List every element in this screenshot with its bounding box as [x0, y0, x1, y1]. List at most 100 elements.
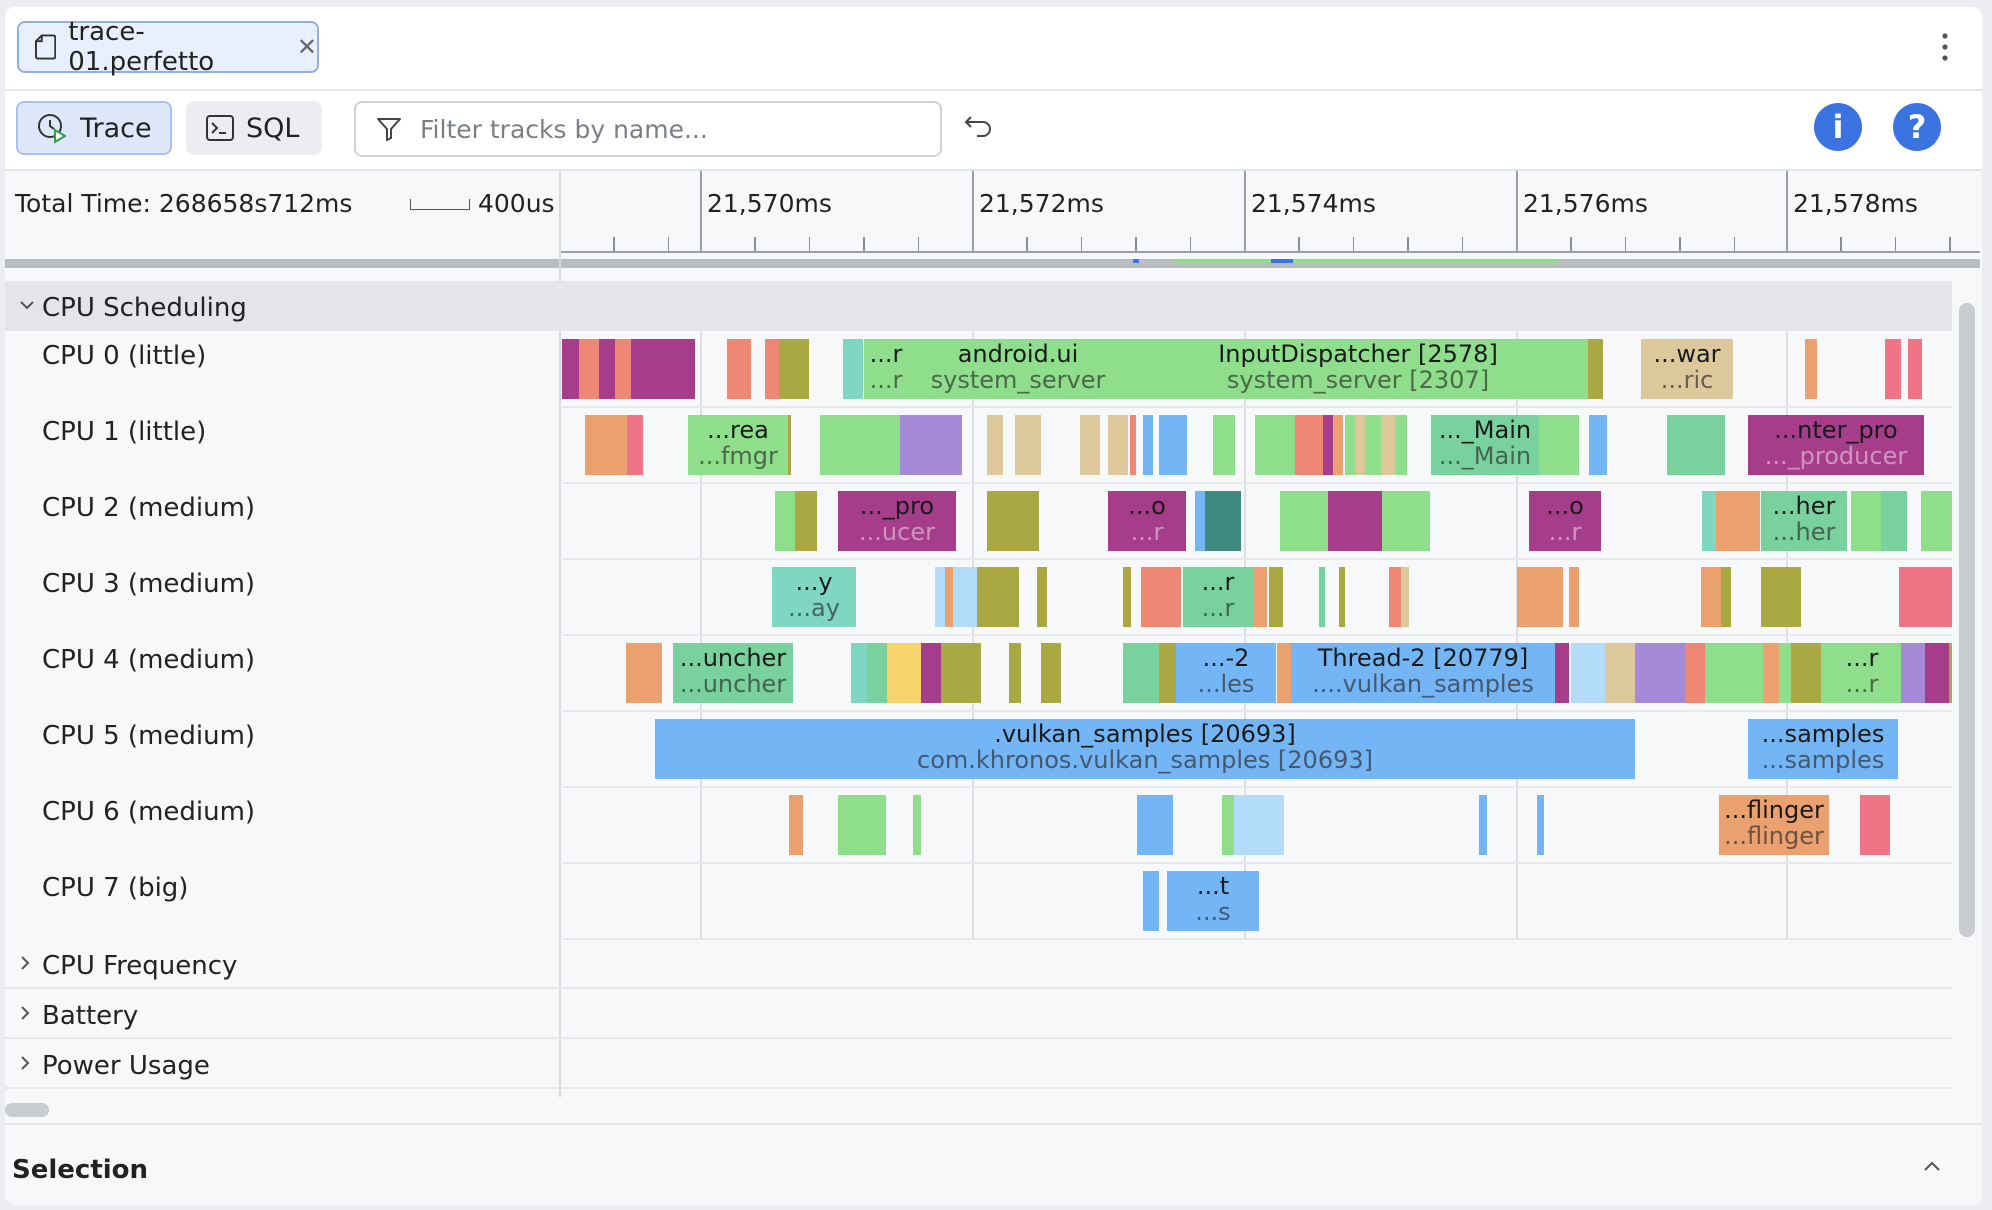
- thread-slice[interactable]: .vulkan_samples [20693] com.khronos.vulka…: [655, 719, 1635, 779]
- more-options-icon[interactable]: [1940, 31, 1950, 63]
- thread-slice[interactable]: [1635, 643, 1685, 703]
- sql-button[interactable]: SQL: [186, 101, 322, 155]
- thread-slice[interactable]: [987, 415, 1003, 475]
- filter-box[interactable]: [354, 101, 942, 157]
- thread-slice[interactable]: [1721, 567, 1731, 627]
- thread-slice[interactable]: ...o ...r: [1529, 491, 1601, 551]
- thread-slice[interactable]: [1589, 415, 1607, 475]
- thread-slice[interactable]: [1881, 491, 1907, 551]
- thread-slice[interactable]: [1761, 567, 1801, 627]
- thread-slice[interactable]: [1763, 643, 1779, 703]
- thread-slice[interactable]: [1949, 643, 1952, 703]
- thread-slice[interactable]: [1479, 795, 1487, 855]
- thread-slice[interactable]: [1605, 643, 1635, 703]
- thread-slice[interactable]: [789, 795, 803, 855]
- collapsed-group-row[interactable]: CPU Frequency: [5, 939, 1952, 989]
- thread-slice[interactable]: [631, 339, 695, 399]
- thread-slice[interactable]: [1702, 491, 1716, 551]
- thread-slice[interactable]: [1141, 567, 1181, 627]
- thread-slice[interactable]: [1389, 567, 1401, 627]
- thread-slice[interactable]: [1395, 415, 1407, 475]
- thread-slice[interactable]: [820, 415, 900, 475]
- thread-slice[interactable]: ...o ...r: [1108, 491, 1186, 551]
- cpu-track-label[interactable]: CPU 1 (little): [42, 417, 206, 447]
- thread-slice[interactable]: ...r ...r: [1823, 643, 1901, 703]
- thread-slice[interactable]: [1143, 871, 1159, 931]
- thread-slice[interactable]: [1009, 643, 1021, 703]
- thread-slice[interactable]: [1195, 491, 1205, 551]
- thread-slice[interactable]: [1925, 643, 1949, 703]
- thread-slice[interactable]: [900, 415, 962, 475]
- thread-slice[interactable]: [977, 567, 1019, 627]
- thread-slice[interactable]: [1901, 643, 1925, 703]
- thread-slice[interactable]: [1255, 415, 1295, 475]
- thread-slice[interactable]: [627, 415, 643, 475]
- thread-slice[interactable]: [1517, 567, 1563, 627]
- thread-slice[interactable]: [1381, 415, 1395, 475]
- thread-slice[interactable]: [1667, 415, 1725, 475]
- thread-slice[interactable]: [1791, 643, 1821, 703]
- thread-slice[interactable]: [562, 339, 579, 399]
- close-icon[interactable]: ✕: [297, 33, 317, 61]
- thread-slice[interactable]: [1685, 643, 1705, 703]
- thread-slice[interactable]: ..._pro ...ucer: [838, 491, 956, 551]
- thread-slice[interactable]: [1234, 795, 1284, 855]
- thread-slice[interactable]: [953, 567, 977, 627]
- thread-slice[interactable]: ...nter_pro ..._producer: [1748, 415, 1924, 475]
- thread-slice[interactable]: [1885, 339, 1901, 399]
- thread-slice[interactable]: ...rea ...fmgr: [688, 415, 788, 475]
- thread-slice[interactable]: [1333, 415, 1343, 475]
- thread-slice[interactable]: [838, 795, 886, 855]
- thread-slice[interactable]: ..._Main ..._Main: [1431, 415, 1539, 475]
- filter-tracks-input[interactable]: [418, 113, 902, 145]
- thread-slice[interactable]: [1222, 795, 1234, 855]
- file-tab[interactable]: trace-01.perfetto ✕: [17, 17, 319, 77]
- cpu-track-label[interactable]: CPU 3 (medium): [42, 569, 255, 599]
- thread-slice[interactable]: [1355, 415, 1365, 475]
- thread-slice[interactable]: [1280, 491, 1328, 551]
- thread-slice[interactable]: [1339, 567, 1345, 627]
- thread-slice[interactable]: [599, 339, 615, 399]
- cpu-track-label[interactable]: CPU 5 (medium): [42, 721, 255, 751]
- thread-slice[interactable]: android.ui system_server: [908, 339, 1128, 399]
- thread-slice[interactable]: [851, 643, 867, 703]
- thread-slice[interactable]: [887, 643, 921, 703]
- thread-slice[interactable]: [1123, 567, 1131, 627]
- info-icon[interactable]: i: [1814, 103, 1862, 151]
- thread-slice[interactable]: [1365, 415, 1381, 475]
- thread-slice[interactable]: ...war ...ric: [1641, 339, 1733, 399]
- thread-slice[interactable]: [1908, 339, 1922, 399]
- thread-slice[interactable]: [585, 415, 627, 475]
- thread-slice[interactable]: [1705, 643, 1763, 703]
- thread-slice[interactable]: [1130, 415, 1136, 475]
- thread-slice[interactable]: [843, 339, 863, 399]
- thread-slice[interactable]: [1716, 491, 1760, 551]
- help-icon[interactable]: ?: [1893, 103, 1941, 151]
- thread-slice[interactable]: [1382, 491, 1430, 551]
- undo-icon[interactable]: [963, 109, 995, 141]
- thread-slice[interactable]: Thread-2 [20779] ....vulkan_samples: [1291, 643, 1555, 703]
- thread-slice[interactable]: [1080, 415, 1100, 475]
- thread-slice[interactable]: [1537, 415, 1579, 475]
- thread-slice[interactable]: ...uncher ...uncher: [673, 643, 793, 703]
- thread-slice[interactable]: [1401, 567, 1409, 627]
- thread-slice[interactable]: [579, 339, 599, 399]
- thread-slice[interactable]: [1571, 643, 1605, 703]
- thread-slice[interactable]: [1860, 795, 1890, 855]
- horizontal-scrollbar[interactable]: [5, 1103, 49, 1117]
- thread-slice[interactable]: [945, 567, 953, 627]
- cpu-scheduling-group-header[interactable]: CPU Scheduling: [5, 281, 1952, 331]
- thread-slice[interactable]: [1537, 795, 1544, 855]
- thread-slice[interactable]: [1123, 643, 1159, 703]
- thread-slice[interactable]: [1015, 415, 1041, 475]
- collapsed-group-row[interactable]: Power Usage: [5, 1039, 1952, 1089]
- thread-slice[interactable]: [1041, 643, 1061, 703]
- thread-slice[interactable]: [1328, 491, 1382, 551]
- thread-slice[interactable]: [1213, 415, 1235, 475]
- thread-slice[interactable]: [1037, 567, 1047, 627]
- thread-slice[interactable]: [1921, 491, 1952, 551]
- thread-slice[interactable]: [765, 339, 779, 399]
- overview-bar[interactable]: [5, 259, 1980, 268]
- thread-slice[interactable]: [795, 491, 817, 551]
- thread-slice[interactable]: [1323, 415, 1333, 475]
